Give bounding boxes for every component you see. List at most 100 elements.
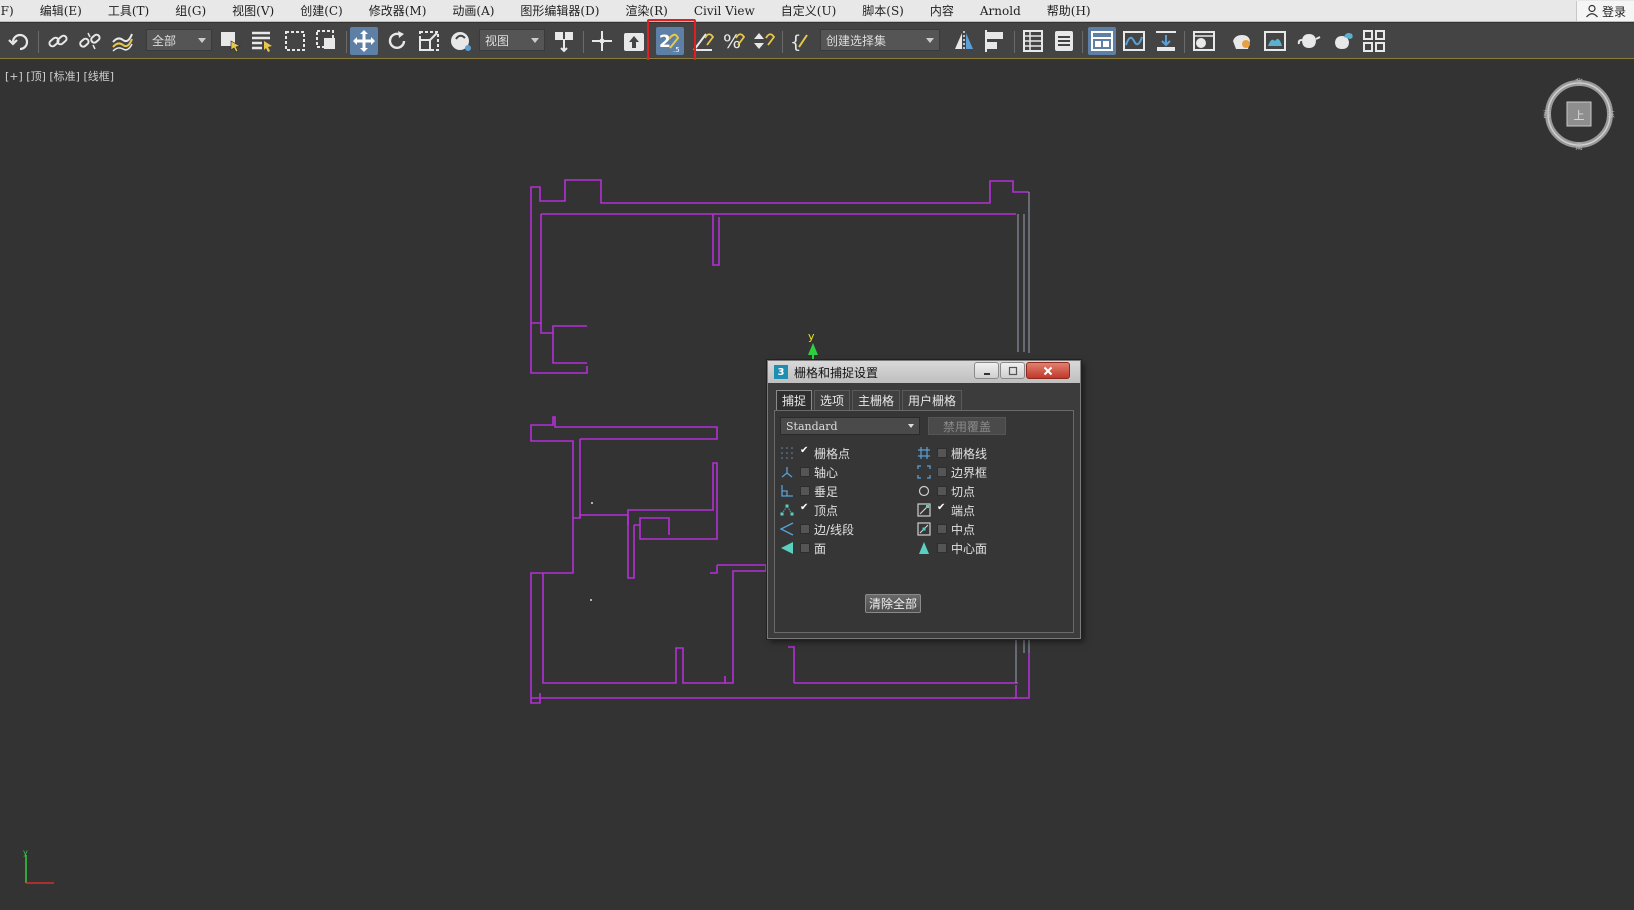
- menu-graph-editors[interactable]: 图形编辑器(D): [507, 2, 612, 19]
- snap-option-endpoint[interactable]: 端点: [916, 501, 975, 519]
- menu-civil-view[interactable]: Civil View: [681, 4, 768, 18]
- selection-filter-dropdown[interactable]: 全部: [146, 29, 212, 51]
- snap-option-tangent[interactable]: 切点: [916, 482, 975, 500]
- schematic-view-button[interactable]: [1152, 27, 1180, 55]
- override-off-button[interactable]: 禁用覆盖: [928, 417, 1006, 435]
- menu-rendering[interactable]: 渲染(R): [612, 2, 680, 19]
- snap-option-face[interactable]: 面: [779, 539, 826, 557]
- named-selection-value: 创建选择集: [826, 33, 887, 48]
- snaps-toggle-2-5d-button[interactable]: 2.5: [656, 27, 684, 55]
- menu-arnold[interactable]: Arnold: [967, 4, 1034, 18]
- edit-named-selection-sets-button[interactable]: {: [788, 27, 816, 55]
- viewcube[interactable]: 上 北 南 东 西: [1543, 78, 1615, 150]
- bind-to-space-warp-button[interactable]: [108, 27, 136, 55]
- reference-coordinate-dropdown[interactable]: 视图: [479, 29, 545, 51]
- snap-label: 栅格点: [814, 446, 851, 461]
- toolbar-separator: [583, 31, 584, 53]
- menu-file[interactable]: (F): [0, 4, 27, 18]
- snap-option-edge-segment[interactable]: 边/线段: [779, 520, 854, 538]
- render-setup-button[interactable]: [1228, 27, 1256, 55]
- select-and-scale-button[interactable]: [415, 27, 443, 55]
- render-in-cloud-button[interactable]: [1328, 27, 1356, 55]
- dialog-title: 栅格和捕捉设置: [794, 365, 879, 380]
- snap-label: 栅格线: [951, 446, 988, 461]
- menu-help[interactable]: 帮助(H): [1034, 2, 1104, 19]
- dialog-title-bar[interactable]: 3 栅格和捕捉设置: [768, 361, 1080, 383]
- toggle-scene-explorer-button[interactable]: [1019, 27, 1047, 55]
- snap-checkbox[interactable]: [800, 486, 810, 496]
- menu-modifiers[interactable]: 修改器(M): [356, 2, 440, 19]
- menu-edit[interactable]: 编辑(E): [27, 2, 95, 19]
- snap-option-bounding-box[interactable]: 边界框: [916, 463, 987, 481]
- snap-checkbox[interactable]: [800, 543, 810, 553]
- snap-checkbox[interactable]: [937, 543, 947, 553]
- snap-option-center-face[interactable]: 中心面: [916, 539, 987, 557]
- undo-button[interactable]: [6, 27, 34, 55]
- snap-checkbox[interactable]: [937, 524, 947, 534]
- tab-user-grids[interactable]: 用户栅格: [902, 390, 963, 410]
- material-editor-icon: [1193, 31, 1215, 51]
- snap-option-grid-points[interactable]: 栅格点: [779, 444, 850, 462]
- unlink-selection-button[interactable]: [76, 27, 104, 55]
- material-editor-button[interactable]: [1190, 27, 1218, 55]
- login-button[interactable]: 登录: [1576, 1, 1634, 21]
- percent-snap-toggle-button[interactable]: %: [720, 27, 748, 55]
- menu-group[interactable]: 组(G): [162, 2, 219, 19]
- rectangular-selection-region-button[interactable]: [281, 27, 309, 55]
- tab-snaps[interactable]: 捕捉: [776, 390, 813, 410]
- tab-home-grid[interactable]: 主栅格: [852, 390, 901, 410]
- toolbar-separator: [1014, 31, 1015, 53]
- snap-type-dropdown[interactable]: Standard: [780, 417, 920, 435]
- spinner-snap-icon: [754, 33, 776, 49]
- select-and-place-button[interactable]: [447, 27, 475, 55]
- minimize-button[interactable]: [974, 362, 999, 379]
- curve-editor-button[interactable]: [1120, 27, 1148, 55]
- menu-content[interactable]: 内容: [917, 2, 967, 19]
- snap-checkbox[interactable]: [800, 445, 810, 458]
- snap-label: 边/线段: [814, 522, 855, 537]
- online-gallery-button[interactable]: [1360, 27, 1388, 55]
- snap-option-vertex[interactable]: 顶点: [779, 501, 838, 519]
- menu-tools[interactable]: 工具(T): [95, 2, 162, 19]
- menu-scripting[interactable]: 脚本(S): [849, 2, 917, 19]
- snap-checkbox[interactable]: [937, 502, 947, 515]
- select-and-move-button[interactable]: [350, 27, 378, 55]
- close-button[interactable]: [1026, 362, 1070, 379]
- snap-checkbox[interactable]: [937, 448, 947, 458]
- menu-create[interactable]: 创建(C): [287, 2, 356, 19]
- maximize-button[interactable]: [1000, 362, 1025, 379]
- snap-label: 端点: [951, 503, 976, 518]
- select-object-button[interactable]: [216, 27, 244, 55]
- snap-checkbox[interactable]: [800, 467, 810, 477]
- snap-checkbox[interactable]: [937, 486, 947, 496]
- spinner-snap-toggle-button[interactable]: [750, 27, 778, 55]
- use-pivot-point-center-button[interactable]: [550, 27, 578, 55]
- snap-checkbox[interactable]: [800, 502, 810, 515]
- snap-checkbox[interactable]: [800, 524, 810, 534]
- toggle-ribbon-button[interactable]: [1088, 27, 1116, 55]
- align-button[interactable]: [982, 27, 1010, 55]
- tab-options[interactable]: 选项: [814, 390, 851, 410]
- snap-option-pivot[interactable]: 轴心: [779, 463, 838, 481]
- window-crossing-button[interactable]: [313, 27, 341, 55]
- select-manipulate-button[interactable]: [588, 27, 616, 55]
- snap-checkbox[interactable]: [937, 467, 947, 477]
- select-by-name-button[interactable]: [248, 27, 276, 55]
- menu-views[interactable]: 视图(V): [219, 2, 287, 19]
- snap-option-perpendicular[interactable]: 垂足: [779, 482, 838, 500]
- rendered-frame-window-button[interactable]: [1261, 27, 1289, 55]
- named-selection-sets-dropdown[interactable]: 创建选择集: [820, 29, 940, 51]
- keyboard-shortcut-override-button[interactable]: [620, 27, 648, 55]
- snap-option-midpoint[interactable]: 中点: [916, 520, 975, 538]
- select-and-link-button[interactable]: [44, 27, 72, 55]
- toggle-layer-explorer-button[interactable]: [1050, 27, 1078, 55]
- clear-all-button[interactable]: 清除全部: [865, 594, 921, 613]
- mirror-button[interactable]: [950, 27, 978, 55]
- select-and-rotate-button[interactable]: [383, 27, 411, 55]
- snap-option-grid-lines[interactable]: 栅格线: [916, 444, 987, 462]
- render-production-button[interactable]: [1295, 27, 1323, 55]
- menu-customize[interactable]: 自定义(U): [768, 2, 849, 19]
- snap-label: 切点: [951, 484, 976, 499]
- menu-animation[interactable]: 动画(A): [439, 2, 507, 19]
- angle-snap-toggle-button[interactable]: [689, 27, 717, 55]
